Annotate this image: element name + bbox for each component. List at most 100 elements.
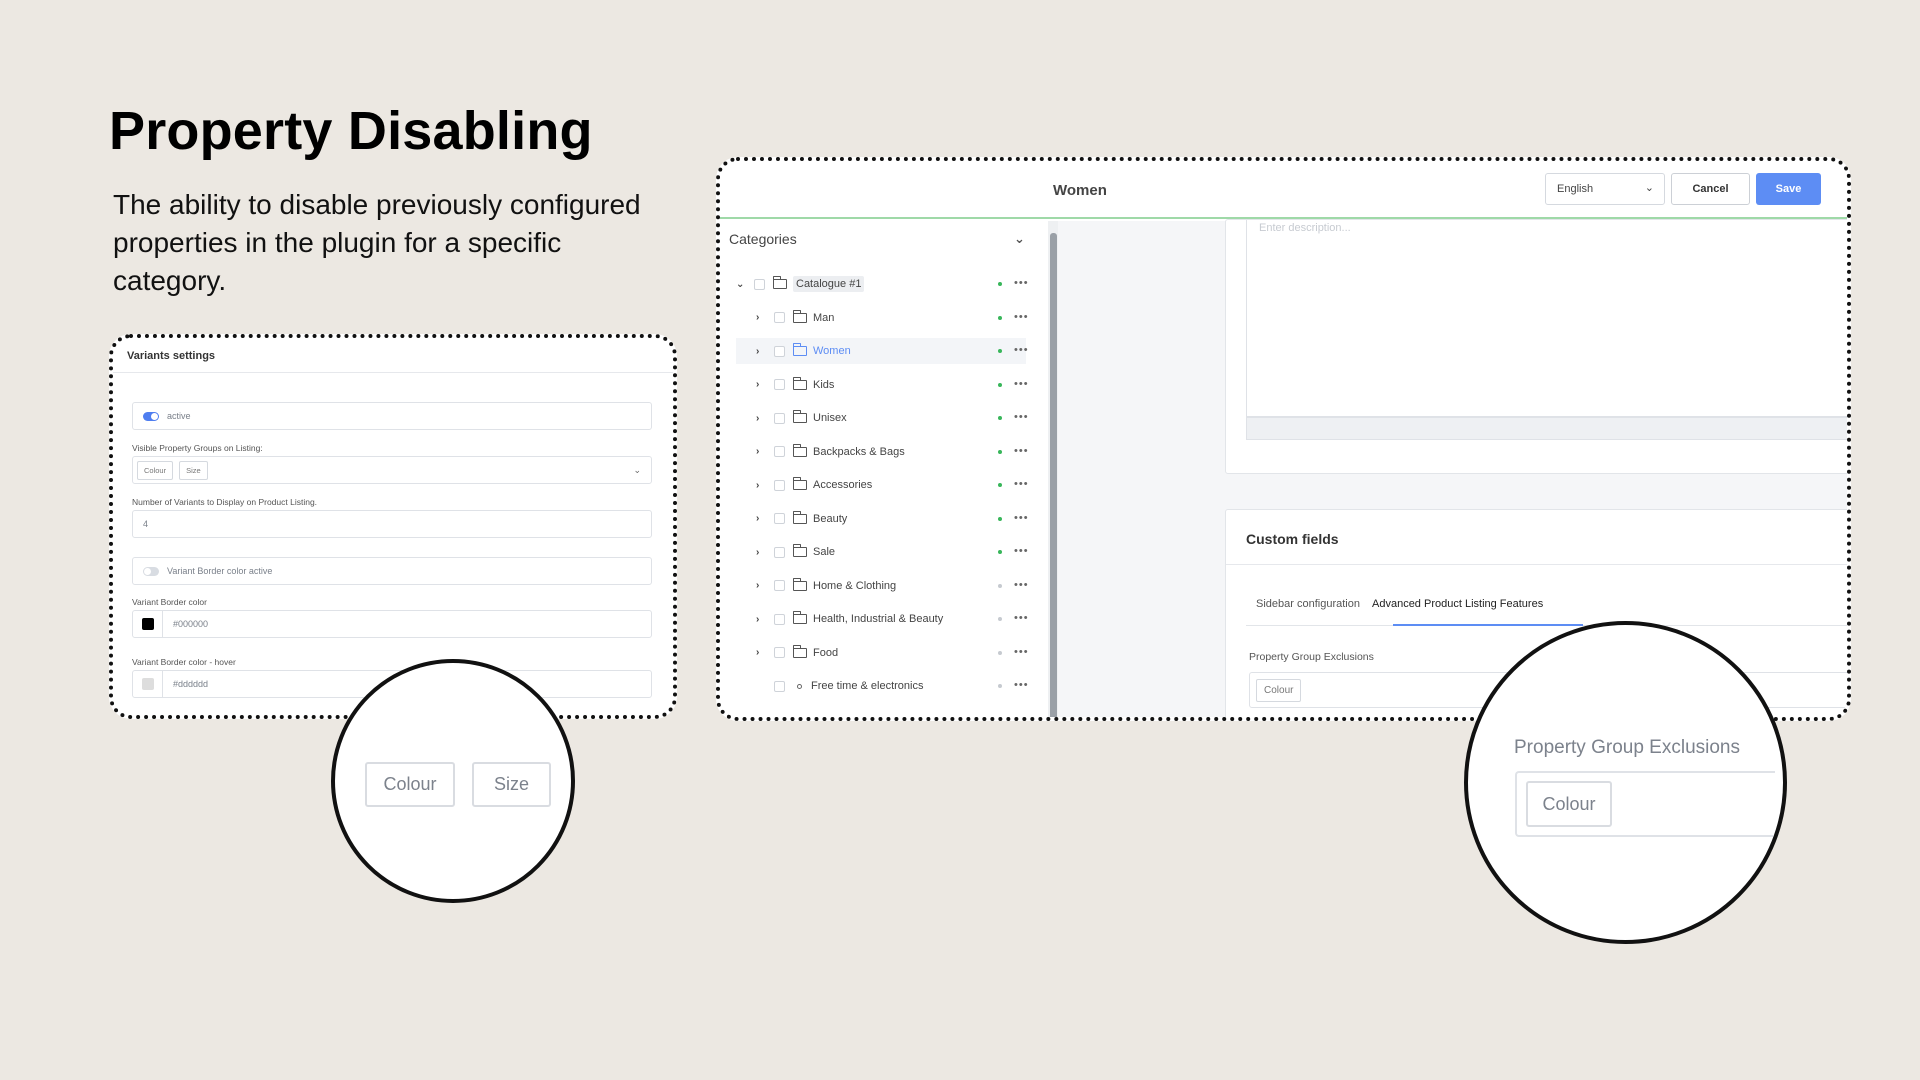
visible-groups-select[interactable]: Colour Size ⌄ (132, 456, 652, 484)
chevron-right-icon[interactable]: › (756, 580, 770, 591)
chevron-right-icon[interactable]: › (756, 413, 770, 424)
category-checkbox[interactable] (774, 446, 785, 457)
category-checkbox[interactable] (774, 546, 785, 558)
chevron-down-icon[interactable]: ⌄ (633, 465, 641, 476)
category-checkbox[interactable] (754, 278, 765, 290)
border-color-input[interactable]: #000000 (132, 610, 652, 638)
category-checkbox[interactable] (774, 613, 785, 625)
folder-icon (793, 477, 807, 490)
more-horizontal-icon[interactable]: ••• (1014, 311, 1029, 323)
category-checkbox[interactable] (774, 580, 785, 591)
chevron-right-icon[interactable]: › (756, 614, 770, 625)
description-panel: Enter description... (1225, 219, 1847, 474)
chevron-right-icon[interactable]: › (756, 480, 770, 491)
tab-active-indicator (1393, 624, 1583, 626)
variants-settings-title: Variants settings (127, 350, 216, 362)
border-color-label: Variant Border color (132, 597, 207, 607)
category-item[interactable]: › Women ••• (736, 338, 1029, 364)
folder-icon (793, 577, 807, 591)
color-swatch-grey[interactable] (133, 670, 163, 698)
category-checkbox[interactable] (774, 647, 785, 658)
page-title: Women (1053, 182, 1107, 199)
scrollbar-thumb[interactable] (1050, 233, 1057, 717)
more-horizontal-icon[interactable]: ••• (1014, 512, 1029, 524)
more-horizontal-icon[interactable]: ••• (1014, 478, 1029, 490)
folder-icon (793, 611, 807, 624)
toggle-off-icon[interactable] (143, 566, 159, 576)
more-horizontal-icon[interactable]: ••• (1014, 579, 1029, 591)
chevron-right-icon[interactable]: › (756, 513, 770, 524)
description-textarea[interactable]: Enter description... (1246, 220, 1847, 417)
color-swatch-black[interactable] (133, 610, 163, 638)
more-horizontal-icon[interactable]: ••• (1014, 612, 1029, 624)
tab-advanced-product-listing[interactable]: Advanced Product Listing Features (1372, 598, 1543, 610)
category-checkbox[interactable] (774, 513, 785, 524)
category-item[interactable]: › Unisex ••• (736, 405, 1029, 431)
chevron-right-icon[interactable]: › (756, 446, 770, 457)
border-active-toggle-field[interactable]: Variant Border color active (132, 557, 652, 585)
active-toggle-field[interactable]: active (132, 402, 652, 430)
category-item[interactable]: › Accessories ••• (736, 472, 1029, 498)
category-checkbox[interactable] (774, 312, 785, 323)
chevron-right-icon[interactable]: › (756, 647, 770, 658)
folder-icon (793, 510, 807, 524)
more-horizontal-icon[interactable]: ••• (1014, 277, 1029, 289)
category-checkbox[interactable] (774, 479, 785, 491)
category-item[interactable]: › Sale ••• (736, 539, 1029, 565)
zoom-circle-exclusions: Property Group Exclusions Colour (1464, 621, 1787, 944)
chevron-down-icon[interactable]: ⌄ (1014, 231, 1025, 247)
category-checkbox[interactable] (774, 412, 785, 424)
more-horizontal-icon[interactable]: ••• (1014, 646, 1029, 658)
border-hover-label: Variant Border color - hover (132, 657, 236, 667)
more-horizontal-icon[interactable]: ••• (1014, 445, 1029, 457)
more-horizontal-icon[interactable]: ••• (1014, 679, 1029, 691)
more-horizontal-icon[interactable]: ••• (1014, 545, 1029, 557)
category-label: Backpacks & Bags (813, 445, 905, 458)
chevron-down-icon[interactable]: ⌄ (736, 279, 750, 290)
more-horizontal-icon[interactable]: ••• (1014, 411, 1029, 423)
more-horizontal-icon[interactable]: ••• (1014, 344, 1029, 356)
category-item[interactable]: › Kids ••• (736, 372, 1029, 398)
category-label: Women (813, 345, 851, 357)
zoom-circle-visible-groups: Colour Size (331, 659, 575, 903)
active-label: active (167, 411, 191, 421)
chevron-right-icon[interactable]: › (756, 547, 770, 558)
category-item[interactable]: › Food ••• (736, 640, 1029, 666)
category-item[interactable]: Free time & electronics ••• (736, 673, 1029, 699)
chevron-right-icon[interactable]: › (756, 312, 770, 323)
tab-sidebar-configuration[interactable]: Sidebar configuration (1256, 598, 1360, 610)
category-checkbox[interactable] (774, 680, 785, 692)
chevron-right-icon[interactable]: › (756, 379, 770, 390)
top-bar: Women English ⌄ Cancel Save (720, 161, 1847, 219)
chip-colour[interactable]: Colour (137, 460, 174, 480)
status-dot (998, 617, 1002, 621)
status-dot (998, 449, 1002, 454)
exclusions-label: Property Group Exclusions (1249, 651, 1374, 663)
category-checkbox[interactable] (774, 379, 785, 390)
category-item[interactable]: ⌄ Catalogue #1 ••• (736, 271, 1029, 297)
category-item[interactable]: › Home & Clothing ••• (736, 573, 1029, 599)
category-label: Unisex (813, 412, 847, 424)
border-hover-value: #dddddd (173, 679, 209, 689)
chevron-right-icon[interactable]: › (756, 346, 770, 357)
toggle-on-icon[interactable] (143, 411, 159, 421)
language-select[interactable]: English ⌄ (1545, 173, 1665, 205)
cancel-button[interactable]: Cancel (1671, 173, 1750, 205)
category-item[interactable]: › Beauty ••• (736, 506, 1029, 532)
category-item[interactable]: › Backpacks & Bags ••• (736, 439, 1029, 465)
leaf-icon (797, 683, 802, 689)
more-horizontal-icon[interactable]: ••• (1014, 378, 1029, 390)
custom-fields-title: Custom fields (1246, 531, 1339, 547)
category-item[interactable]: › Health, Industrial & Beauty ••• (736, 606, 1029, 632)
category-label: Food (813, 646, 839, 659)
folder-icon (793, 343, 807, 356)
status-dot (998, 282, 1002, 286)
category-item[interactable]: › Man ••• (736, 305, 1029, 331)
visible-groups-label: Visible Property Groups on Listing: (132, 443, 263, 453)
category-checkbox[interactable] (774, 345, 785, 357)
num-variants-input[interactable]: 4 (132, 510, 652, 538)
save-button[interactable]: Save (1756, 173, 1821, 205)
chip-size[interactable]: Size (179, 460, 208, 480)
category-label: Health, Industrial & Beauty (813, 613, 944, 625)
exclusion-chip-colour[interactable]: Colour (1256, 679, 1302, 702)
